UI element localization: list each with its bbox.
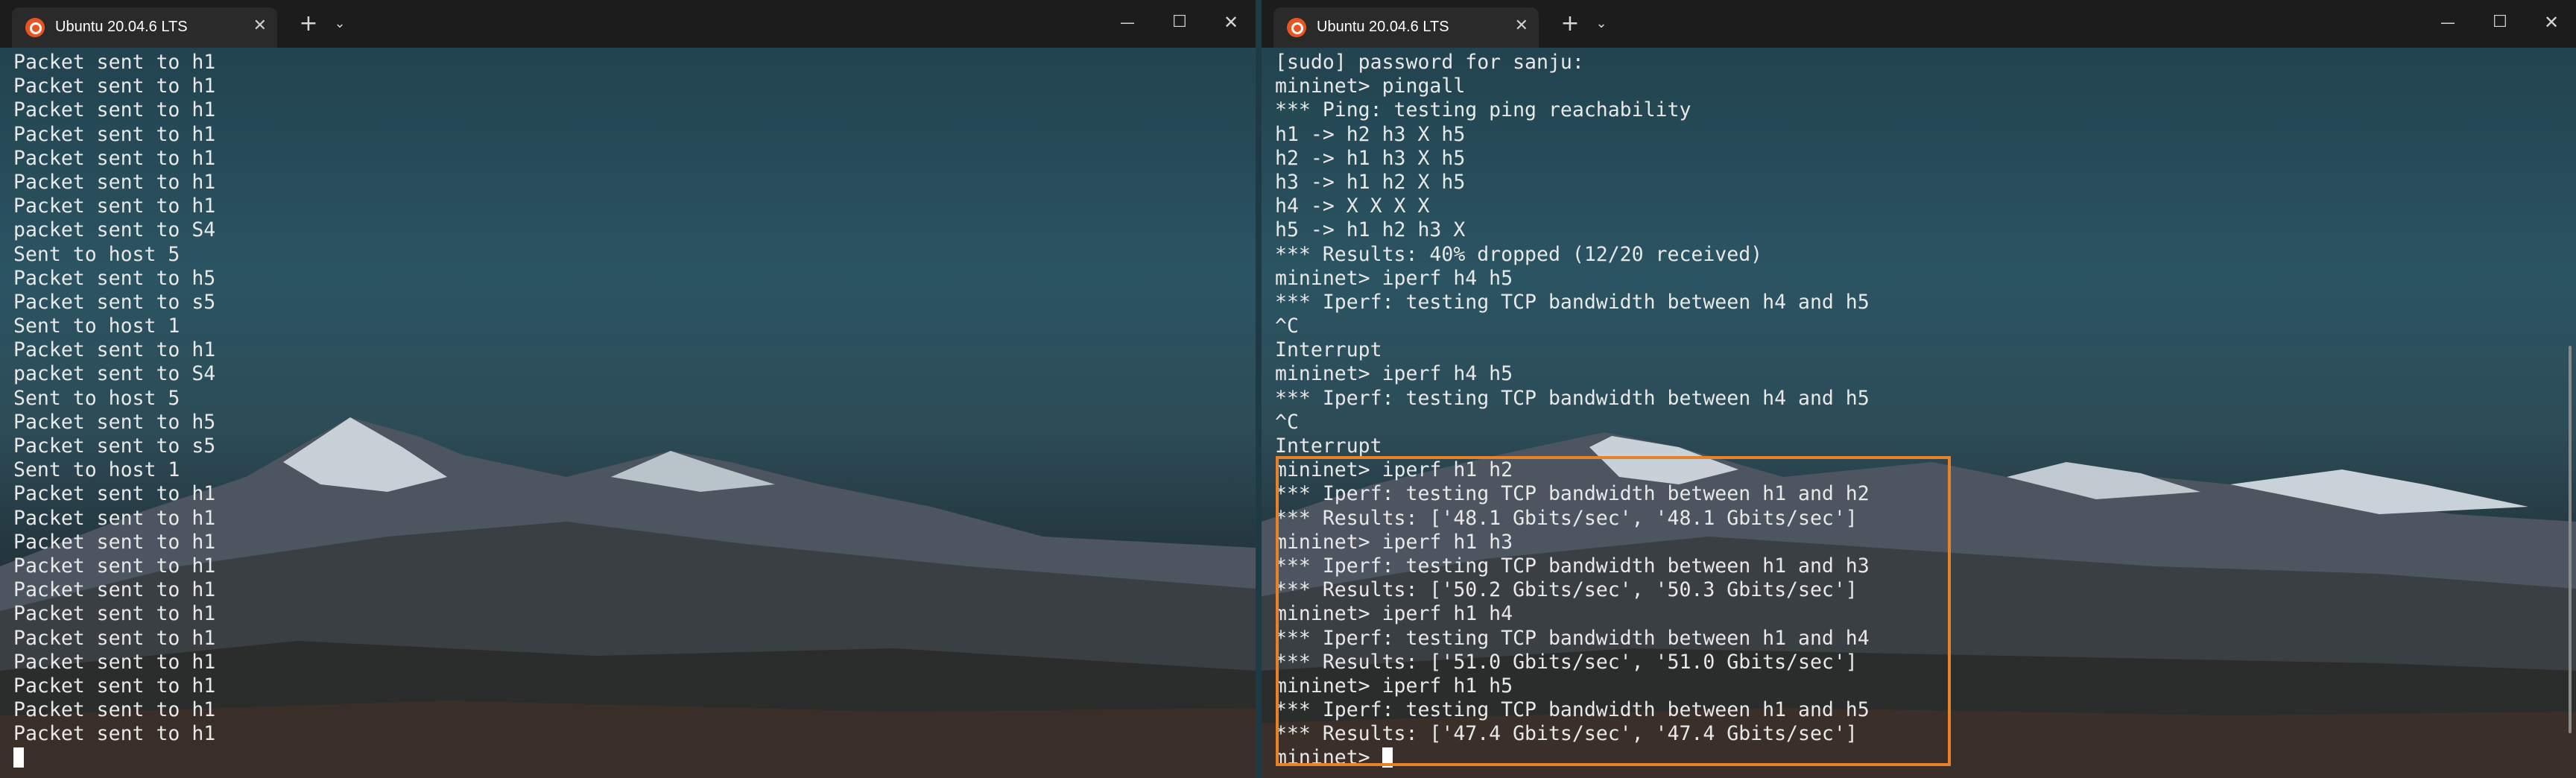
- terminal-lines: [sudo] password for sanju: mininet> pinga…: [1275, 51, 1870, 771]
- maximize-icon[interactable]: ☐: [2478, 6, 2522, 39]
- terminal-lines: Packet sent to h1 Packet sent to h1 Packet…: [13, 51, 215, 771]
- prompt-line[interactable]: [13, 746, 215, 770]
- terminal-line: Packet sent to h5: [13, 266, 216, 290]
- terminal-line: *** Iperf: testing TCP bandwidth between…: [1275, 290, 1870, 314]
- terminal-line: *** Iperf: testing TCP bandwidth between…: [1275, 386, 1870, 410]
- tab-title: Ubuntu 20.04.6 LTS: [1317, 19, 1449, 35]
- terminal-line: *** Results: ['51.0 Gbits/sec', '51.0 Gb…: [1275, 650, 1858, 674]
- title-bar: Ubuntu 20.04.6 LTS ✕ + ⌄ — ☐ ✕: [1262, 0, 2576, 48]
- terminal-line: Packet sent to h1: [13, 554, 216, 578]
- terminal-line: h3 -> h1 h2 X h5: [1275, 170, 1466, 194]
- terminal-line: *** Results: ['50.2 Gbits/sec', '50.3 Gb…: [1275, 578, 1858, 602]
- maximize-icon[interactable]: ☐: [1157, 6, 1202, 39]
- terminal-line: packet sent to S4: [13, 362, 216, 386]
- ubuntu-icon: [1287, 18, 1306, 37]
- terminal-window-left: Ubuntu 20.04.6 LTS ✕ + ⌄ — ☐ ✕ Packet se…: [0, 0, 1256, 778]
- minimize-icon[interactable]: —: [1105, 6, 1150, 39]
- terminal-line: packet sent to S4: [13, 218, 216, 242]
- plus-icon[interactable]: +: [1554, 9, 1586, 39]
- terminal-line: Packet sent to h5: [13, 410, 216, 434]
- terminal-line: Packet sent to h1: [13, 698, 216, 722]
- terminal-line: Interrupt: [1275, 434, 1382, 458]
- tab-ubuntu[interactable]: Ubuntu 20.04.6 LTS ✕: [1273, 7, 1539, 48]
- terminal-line: Packet sent to h1: [13, 578, 216, 602]
- terminal-line: Packet sent to h1: [13, 722, 216, 746]
- terminal-line: ^C: [1275, 410, 1299, 434]
- terminal-line: Sent to host 5: [13, 386, 180, 410]
- terminal-line: Sent to host 1: [13, 458, 180, 482]
- terminal-line: *** Iperf: testing TCP bandwidth between…: [1275, 626, 1870, 650]
- terminal-line: Packet sent to h1: [13, 170, 216, 194]
- close-icon[interactable]: ✕: [2529, 6, 2574, 39]
- terminal-line: mininet> iperf h4 h5: [1275, 362, 1513, 386]
- terminal-line: Packet sent to h1: [13, 146, 216, 170]
- text-cursor: [1382, 747, 1393, 768]
- terminal-line: [sudo] password for sanju:: [1275, 51, 1584, 74]
- minimize-icon[interactable]: —: [2425, 6, 2470, 39]
- terminal-line: h2 -> h1 h3 X h5: [1275, 146, 1466, 170]
- terminal-line: ^C: [1275, 314, 1299, 338]
- terminal-output-right[interactable]: [sudo] password for sanju: mininet> pinga…: [1262, 48, 2576, 778]
- terminal-line: *** Ping: testing ping reachability: [1275, 98, 1692, 122]
- terminal-line: mininet> iperf h1 h4: [1275, 602, 1513, 626]
- terminal-line: Packet sent to h1: [13, 650, 216, 674]
- terminal-line: Packet sent to h1: [13, 530, 216, 554]
- terminal-line: Packet sent to h1: [13, 626, 216, 650]
- terminal-line: *** Iperf: testing TCP bandwidth between…: [1275, 482, 1870, 506]
- chevron-down-icon[interactable]: ⌄: [1586, 9, 1616, 39]
- terminal-line: *** Results: ['48.1 Gbits/sec', '48.1 Gb…: [1275, 506, 1858, 530]
- terminal-line: Packet sent to h1: [13, 75, 216, 98]
- terminal-line: Interrupt: [1275, 338, 1382, 362]
- terminal-line: *** Results: 40% dropped (12/20 received…: [1275, 242, 1763, 266]
- window-divider: [1256, 0, 1262, 778]
- terminal-line: h4 -> X X X X: [1275, 194, 1430, 218]
- ubuntu-icon: [25, 18, 45, 37]
- terminal-line: Packet sent to h1: [13, 98, 216, 122]
- terminal-line: h5 -> h1 h2 h3 X: [1275, 218, 1466, 242]
- terminal-line: Packet sent to h1: [13, 602, 216, 626]
- terminal-line: *** Results: ['47.4 Gbits/sec', '47.4 Gb…: [1275, 722, 1858, 746]
- terminal-line: Packet sent to s5: [13, 290, 216, 314]
- terminal-line: Packet sent to h1: [13, 194, 216, 218]
- terminal-line: Sent to host 1: [13, 314, 180, 338]
- terminal-output-left[interactable]: Packet sent to h1 Packet sent to h1 Packet…: [0, 48, 1256, 778]
- terminal-line: mininet> iperf h1 h3: [1275, 530, 1513, 554]
- terminal-line: *** Iperf: testing TCP bandwidth between…: [1275, 554, 1870, 578]
- title-bar: Ubuntu 20.04.6 LTS ✕ + ⌄ — ☐ ✕: [0, 0, 1256, 48]
- scrollbar-thumb[interactable]: [2569, 346, 2572, 733]
- terminal-line: Sent to host 5: [13, 242, 180, 266]
- terminal-line: *** Iperf: testing TCP bandwidth between…: [1275, 698, 1870, 722]
- terminal-window-right: Ubuntu 20.04.6 LTS ✕ + ⌄ — ☐ ✕ [sudo] pa…: [1262, 0, 2576, 778]
- terminal-line: mininet> pingall: [1275, 75, 1466, 98]
- terminal-line: Packet sent to h1: [13, 51, 216, 74]
- terminal-line: Packet sent to s5: [13, 434, 216, 458]
- text-cursor: [13, 747, 24, 768]
- terminal-line: Packet sent to h1: [13, 506, 216, 530]
- close-icon[interactable]: ✕: [253, 15, 267, 37]
- prompt-text: mininet>: [1275, 746, 1382, 770]
- tab-title: Ubuntu 20.04.6 LTS: [55, 19, 188, 35]
- chevron-down-icon[interactable]: ⌄: [325, 9, 355, 39]
- terminal-line: mininet> iperf h4 h5: [1275, 266, 1513, 290]
- close-icon[interactable]: ✕: [1515, 15, 1528, 37]
- plus-icon[interactable]: +: [292, 9, 325, 39]
- terminal-line: mininet> iperf h1 h5: [1275, 674, 1513, 698]
- terminal-line: Packet sent to h1: [13, 122, 216, 146]
- terminal-line: mininet> iperf h1 h2: [1275, 458, 1513, 482]
- close-icon[interactable]: ✕: [1209, 6, 1253, 39]
- terminal-line: Packet sent to h1: [13, 338, 216, 362]
- terminal-line: Packet sent to h1: [13, 482, 216, 506]
- terminal-line: h1 -> h2 h3 X h5: [1275, 122, 1466, 146]
- tab-ubuntu[interactable]: Ubuntu 20.04.6 LTS ✕: [12, 7, 277, 48]
- terminal-line: Packet sent to h1: [13, 674, 216, 698]
- prompt-line[interactable]: mininet>: [1275, 746, 1870, 770]
